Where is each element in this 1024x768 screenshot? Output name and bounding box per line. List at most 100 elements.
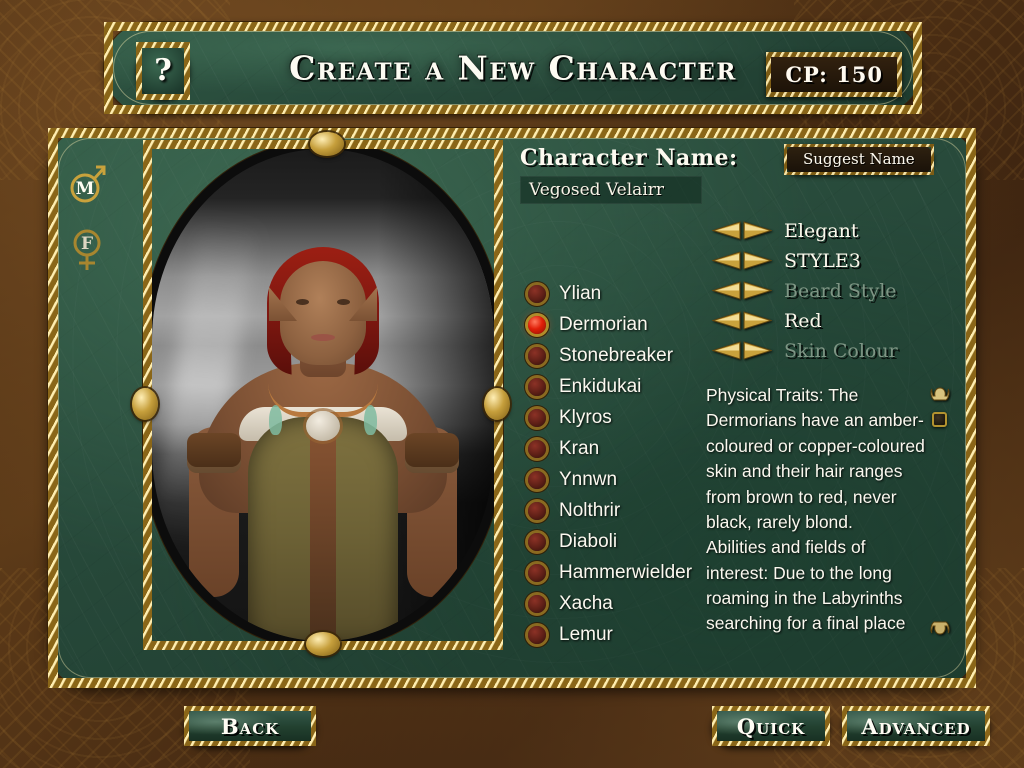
scrollbar-thumb[interactable] (932, 412, 947, 427)
appearance-row: Beard Style (712, 278, 952, 303)
character-name-label: Character Name: (520, 145, 738, 171)
gender-female-label: F (81, 234, 93, 254)
radio-icon (528, 501, 546, 520)
race-item-dermorian[interactable]: Dermorian (528, 309, 692, 340)
help-button[interactable]: ? (136, 42, 190, 100)
cp-badge-label: CP: 150 (785, 62, 883, 87)
race-label: Xacha (559, 592, 613, 614)
appearance-selectors: Elegant STYLE3 Beard Style Red Skin Colo… (712, 218, 952, 368)
race-item-klyros[interactable]: Klyros (528, 402, 692, 433)
advanced-button[interactable]: Advanced (842, 706, 990, 746)
quick-button[interactable]: Quick (712, 706, 830, 746)
race-label: Klyros (559, 406, 612, 428)
left-arrow-icon[interactable] (712, 281, 742, 300)
race-label: Hammerwielder (559, 561, 693, 583)
appearance-row: Skin Colour (712, 338, 952, 363)
scroll-down-icon[interactable] (928, 614, 952, 636)
advanced-button-label: Advanced (861, 713, 971, 739)
character-bracer-right (405, 433, 459, 473)
radio-icon (528, 594, 546, 613)
radio-icon (528, 563, 546, 582)
race-label: Ylian (559, 282, 602, 304)
race-item-ynnwn[interactable]: Ynnwn (528, 464, 692, 495)
radio-icon-selected (528, 315, 546, 334)
radio-icon (528, 470, 546, 489)
left-arrow-icon[interactable] (712, 251, 742, 270)
left-arrow-icon[interactable] (712, 221, 742, 240)
radio-icon (528, 439, 546, 458)
radio-icon (528, 408, 546, 427)
suggest-name-button[interactable]: Suggest Name (784, 144, 934, 175)
race-label: Kran (559, 437, 600, 459)
appearance-value-hair-colour: Red (784, 309, 822, 332)
left-arrow-icon[interactable] (712, 341, 742, 360)
frame-stud-right (484, 388, 510, 420)
character-pendant (306, 411, 340, 441)
race-item-kran[interactable]: Kran (528, 433, 692, 464)
right-arrow-icon[interactable] (742, 311, 772, 330)
character-feather-right (364, 405, 377, 435)
frame-stud-top (310, 132, 344, 156)
radio-icon (528, 625, 546, 644)
description-scrollbar[interactable] (928, 386, 952, 636)
gender-male-label: M (76, 179, 95, 199)
character-feather-left (269, 405, 282, 435)
radio-icon (528, 532, 546, 551)
appearance-value-skin-colour: Skin Colour (784, 339, 898, 362)
question-mark-icon: ? (154, 53, 172, 88)
race-label: Diaboli (559, 530, 618, 552)
race-label: Lemur (559, 623, 613, 645)
race-label: Nolthrir (559, 499, 621, 521)
race-item-lemur[interactable]: Lemur (528, 619, 692, 650)
character-bracer-left (187, 433, 241, 473)
character-name-value: Vegosed Velairr (529, 180, 665, 200)
race-item-ylian[interactable]: Ylian (528, 278, 692, 309)
race-label: Ynnwn (559, 468, 618, 490)
right-arrow-icon[interactable] (742, 281, 772, 300)
character-name-input[interactable]: Vegosed Velairr (520, 176, 702, 204)
frame-stud-bottom (306, 632, 340, 656)
race-item-stonebreaker[interactable]: Stonebreaker (528, 340, 692, 371)
appearance-value-hair-style: Elegant (784, 219, 859, 242)
race-item-nolthrir[interactable]: Nolthrir (528, 495, 692, 526)
race-item-enkidukai[interactable]: Enkidukai (528, 371, 692, 402)
back-button[interactable]: Back (184, 706, 316, 746)
character-creation-screen: Create a New Character ? CP: 150 M F Cha… (0, 0, 1024, 768)
portrait-3d-view (152, 149, 494, 641)
gender-selector-male[interactable]: M (68, 158, 108, 210)
back-button-label: Back (220, 713, 280, 739)
appearance-row: Elegant (712, 218, 952, 243)
race-list: Ylian Dermorian Stonebreaker Enkidukai K… (528, 278, 692, 650)
frame-stud-left (132, 388, 158, 420)
right-arrow-icon[interactable] (742, 341, 772, 360)
appearance-row: STYLE3 (712, 248, 952, 273)
cp-badge: CP: 150 (766, 52, 902, 97)
race-item-xacha[interactable]: Xacha (528, 588, 692, 619)
gender-selector-female[interactable]: F (68, 222, 108, 274)
race-label: Enkidukai (559, 375, 642, 397)
radio-icon (528, 346, 546, 365)
race-item-hammerwielder[interactable]: Hammerwielder (528, 557, 692, 588)
right-arrow-icon[interactable] (742, 251, 772, 270)
appearance-value-face-style: STYLE3 (784, 249, 861, 272)
appearance-value-beard-style: Beard Style (784, 279, 897, 302)
appearance-row: Red (712, 308, 952, 333)
radio-icon (528, 377, 546, 396)
race-description-panel: Physical Traits: The Dermorians have an … (706, 383, 930, 635)
quick-button-label: Quick (736, 713, 806, 739)
suggest-name-label: Suggest Name (803, 150, 915, 168)
character-portrait[interactable] (143, 140, 503, 650)
left-arrow-icon[interactable] (712, 311, 742, 330)
character-eye-left (296, 299, 309, 305)
race-item-diaboli[interactable]: Diaboli (528, 526, 692, 557)
character-mouth (311, 334, 335, 341)
character-model (173, 221, 473, 641)
character-head (280, 261, 366, 365)
scroll-up-icon[interactable] (928, 386, 952, 408)
race-label: Dermorian (559, 313, 648, 335)
radio-icon (528, 284, 546, 303)
character-torso-armor (248, 417, 398, 641)
race-label: Stonebreaker (559, 344, 674, 366)
character-eye-right (337, 299, 350, 305)
right-arrow-icon[interactable] (742, 221, 772, 240)
